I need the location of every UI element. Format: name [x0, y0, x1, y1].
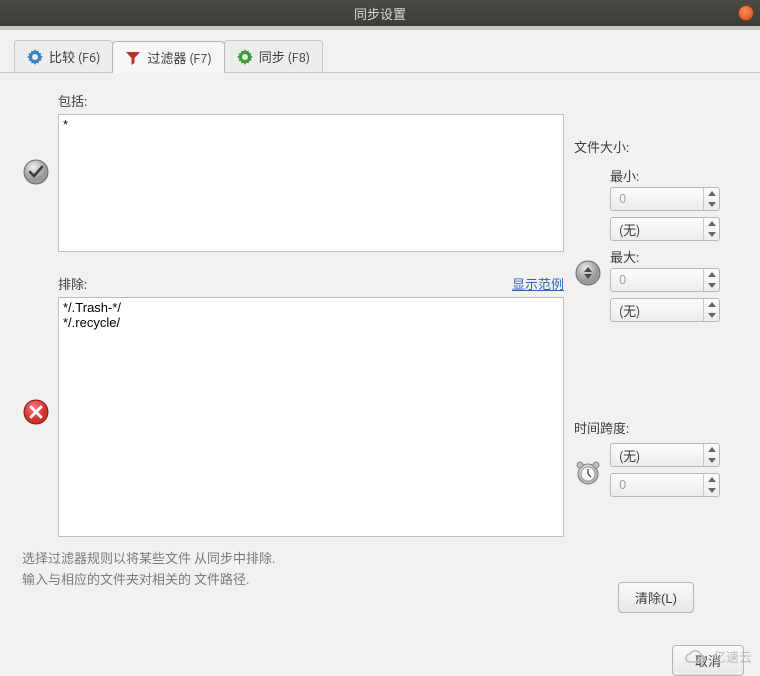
timespan-spinner[interactable]: 0 — [610, 473, 720, 497]
timespan-unit-combo[interactable]: (无) — [610, 443, 720, 467]
exclude-textarea[interactable] — [58, 297, 564, 537]
max-label: 最大: — [610, 247, 738, 266]
watermark: 亿速云 — [683, 647, 752, 666]
hint-line: 输入与相应的文件夹对相关的 文件路径. — [22, 570, 564, 591]
tab-content: 包括: 排除: 显示范例 — [0, 72, 760, 639]
hint-text: 选择过滤器规则以将某些文件 从同步中排除. 输入与相应的文件夹对相关的 文件路径… — [22, 549, 564, 591]
gear-icon — [237, 49, 253, 65]
tab-label: 同步 (F8) — [259, 47, 310, 66]
filter-left-column: 包括: 排除: 显示范例 — [22, 91, 564, 629]
include-block: 包括: — [22, 91, 564, 252]
filesize-title: 文件大小: — [574, 137, 738, 156]
funnel-icon — [125, 50, 141, 66]
error-circle-icon — [22, 398, 50, 426]
close-icon[interactable] — [738, 5, 754, 21]
filter-right-column: 文件大小: 最小: 0 — [574, 91, 738, 629]
hint-line: 选择过滤器规则以将某些文件 从同步中排除. — [22, 549, 564, 570]
window-title: 同步设置 — [354, 4, 406, 23]
tab-label: 比较 (F6) — [49, 47, 100, 66]
clear-button[interactable]: 清除(L) — [618, 582, 694, 613]
max-unit-combo[interactable]: (无) — [610, 298, 720, 322]
clock-icon — [574, 459, 602, 487]
gear-icon — [27, 49, 43, 65]
tabs-row: 比较 (F6) 过滤器 (F7) 同步 (F8) — [0, 30, 760, 72]
show-example-link[interactable]: 显示范例 — [512, 274, 564, 293]
timespan-title: 时间跨度: — [574, 418, 738, 437]
tab-filter[interactable]: 过滤器 (F7) — [112, 41, 224, 73]
include-textarea[interactable] — [58, 114, 564, 252]
dialog-footer: 取消 — [0, 639, 760, 676]
include-label: 包括: — [58, 91, 87, 110]
tab-label: 过滤器 (F7) — [147, 48, 211, 67]
window-body: 比较 (F6) 过滤器 (F7) 同步 (F8) — [0, 30, 760, 676]
tab-sync[interactable]: 同步 (F8) — [224, 40, 323, 72]
min-label: 最小: — [610, 166, 738, 185]
exclude-label: 排除: — [58, 274, 87, 293]
updown-circle-icon — [574, 259, 602, 287]
min-unit-combo[interactable]: (无) — [610, 217, 720, 241]
cloud-icon — [683, 649, 709, 665]
window-titlebar: 同步设置 — [0, 0, 760, 26]
tab-compare[interactable]: 比较 (F6) — [14, 40, 113, 72]
check-circle-icon — [22, 158, 50, 186]
min-size-spinner[interactable]: 0 — [610, 187, 720, 211]
exclude-block: 排除: 显示范例 — [22, 274, 564, 549]
max-size-spinner[interactable]: 0 — [610, 268, 720, 292]
